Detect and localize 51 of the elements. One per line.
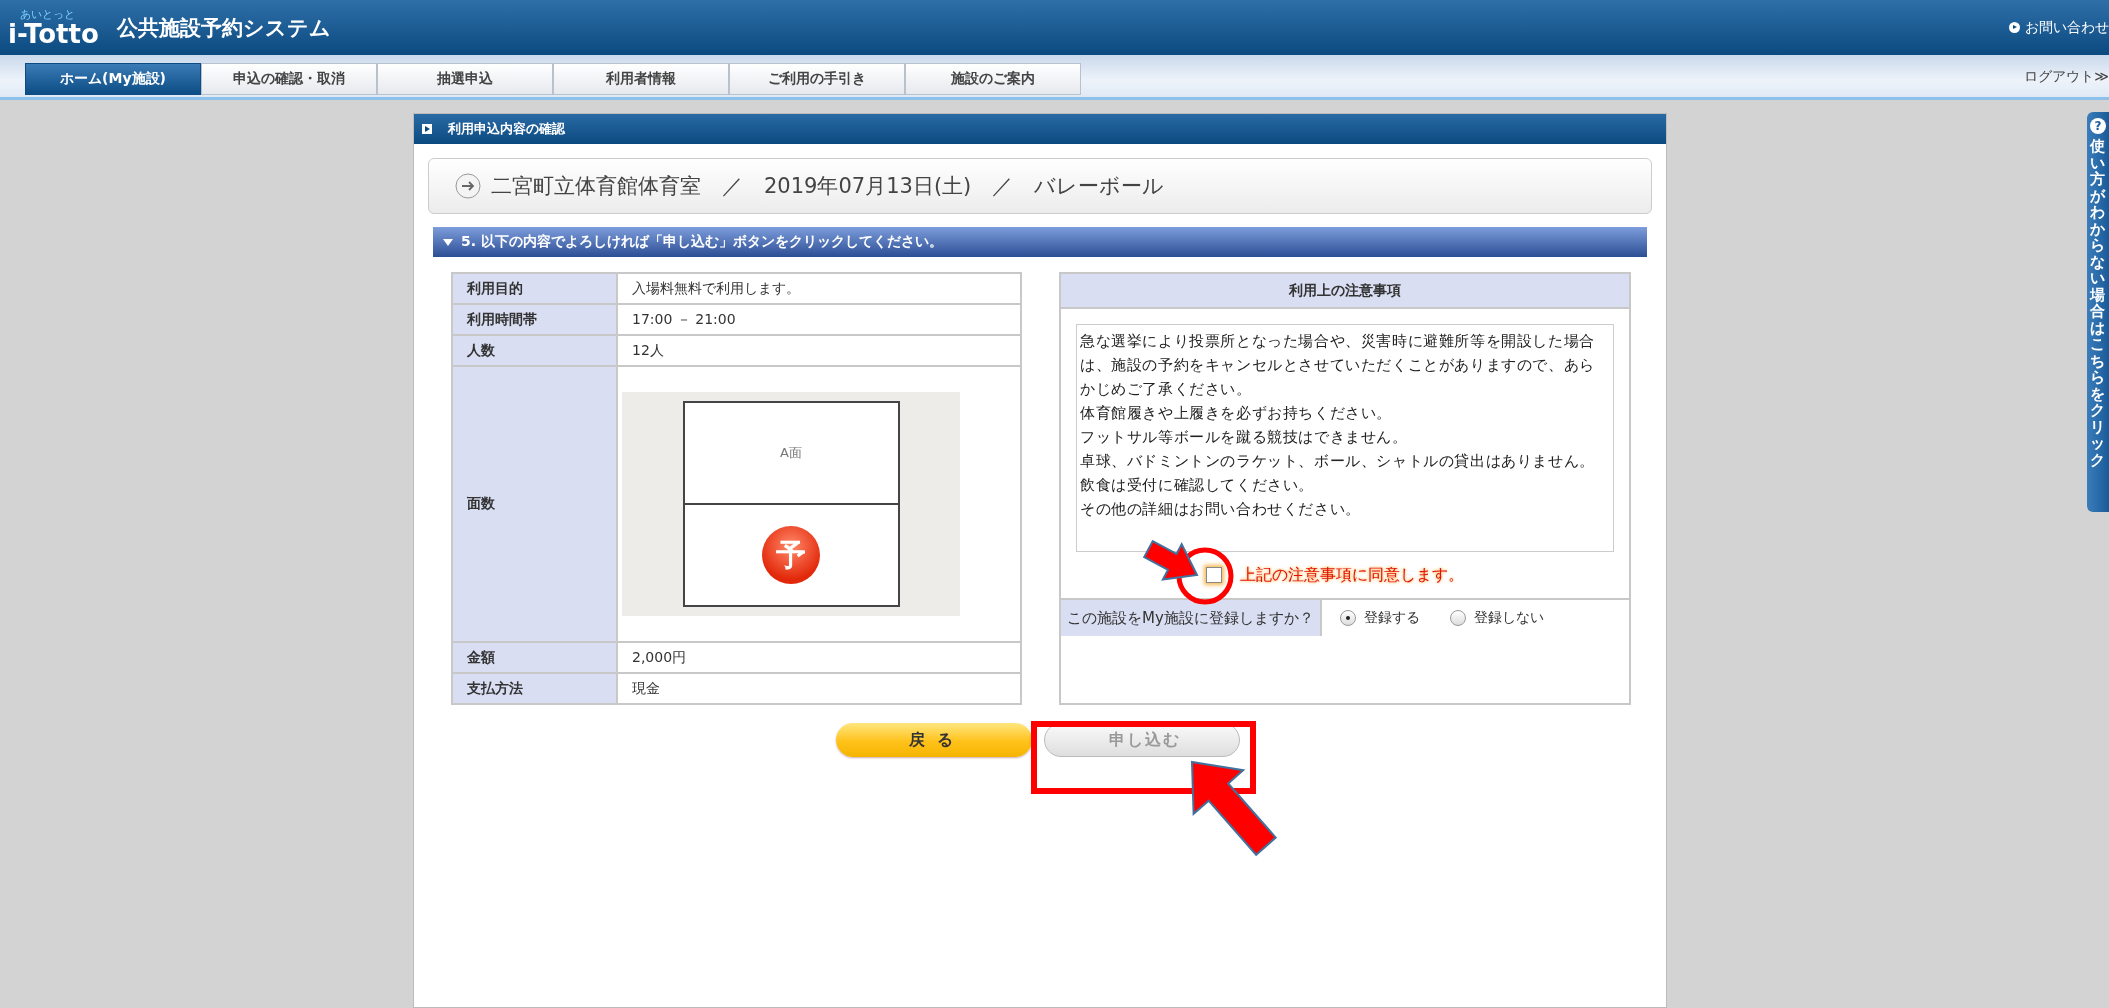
breadcrumb-text: 二宮町立体育館体育室 ／ 2019年07月13日(土) ／ バレーボール: [491, 173, 1165, 200]
help-icon: ?: [2090, 118, 2106, 134]
help-tab[interactable]: ? 使い方がわからない場合はこちらをクリック: [2087, 112, 2109, 512]
logo: i-Totto: [8, 20, 99, 47]
radio-label: 登録する: [1363, 609, 1420, 627]
contact-link[interactable]: お問い合わせ: [2025, 18, 2109, 37]
row-value: 入場料無料で利用します。: [617, 273, 1021, 304]
logo-kana: あいとっと: [20, 8, 75, 21]
nav-tab[interactable]: 抽選申込: [377, 63, 553, 95]
notes-title: 利用上の注意事項: [1061, 274, 1629, 309]
panel-title: 利用申込内容の確認: [448, 120, 565, 138]
step-text: 5. 以下の内容でよろしければ「申し込む」ボタンをクリックしてください。: [461, 233, 943, 251]
logout-link[interactable]: ログアウト≫: [2024, 68, 2109, 86]
note-line: 体育館履きや上履きを必ずお持ちください。: [1080, 403, 1393, 424]
row-value: 現金: [617, 673, 1021, 704]
radio-button[interactable]: [1339, 610, 1356, 626]
row-label: 利用目的: [452, 273, 617, 304]
agree-label: 上記の注意事項に同意します。: [1240, 564, 1464, 586]
note-line: 急な選挙により投票所となった場合や、災害時に避難所等を開設した場合は、施設の予約をキャンセルとさせていただくことがありますので、あらかじめご了承ください。: [1080, 331, 1596, 400]
nav-tab[interactable]: 利用者情報: [553, 63, 729, 95]
row-label: 支払方法: [452, 673, 617, 704]
row-value: 12人: [617, 335, 1021, 366]
row-label: 利用時間帯: [452, 304, 617, 335]
nav-tab[interactable]: 申込の確認・取消: [201, 63, 377, 95]
note-line: フットサル等ボールを蹴る競技はできません。: [1080, 427, 1409, 448]
register-question: この施設をMy施設に登録しますか？: [1061, 600, 1322, 636]
triangle-icon: [443, 238, 453, 246]
back-button[interactable]: 戻る: [836, 723, 1032, 757]
row-value: 2,000円: [617, 642, 1021, 673]
row-label: 面数: [452, 366, 617, 642]
nav-tab[interactable]: 施設のご案内: [905, 63, 1081, 95]
nav-tab[interactable]: ご利用の手引き: [729, 63, 905, 95]
play-icon: [422, 124, 432, 134]
note-line: 飲食は受付に確認してください。: [1080, 475, 1315, 496]
radio-button[interactable]: [1449, 610, 1466, 626]
checkbox[interactable]: [1206, 567, 1222, 583]
note-line: その他の詳細はお問い合わせください。: [1080, 499, 1362, 520]
nav-tab[interactable]: ホーム(My施設): [25, 63, 201, 95]
court-label: A面: [780, 444, 802, 462]
row-label: 金額: [452, 642, 617, 673]
row-label: 人数: [452, 335, 617, 366]
play-icon: [2009, 22, 2020, 33]
reserved-badge: 予: [762, 526, 820, 584]
help-text: 使い方がわからない場合はこちらをクリック: [2090, 138, 2105, 468]
annotation-arrow: [1142, 539, 1199, 581]
row-value: 17:00 － 21:00: [617, 304, 1021, 335]
note-line: 卓球、バドミントンのラケット、ボール、シャトルの貸出はありません。: [1080, 451, 1596, 472]
radio-label: 登録しない: [1473, 609, 1544, 627]
arrow-circle-icon: [455, 173, 481, 199]
system-title: 公共施設予約システム: [116, 14, 331, 42]
highlight-circle: [1176, 547, 1234, 605]
